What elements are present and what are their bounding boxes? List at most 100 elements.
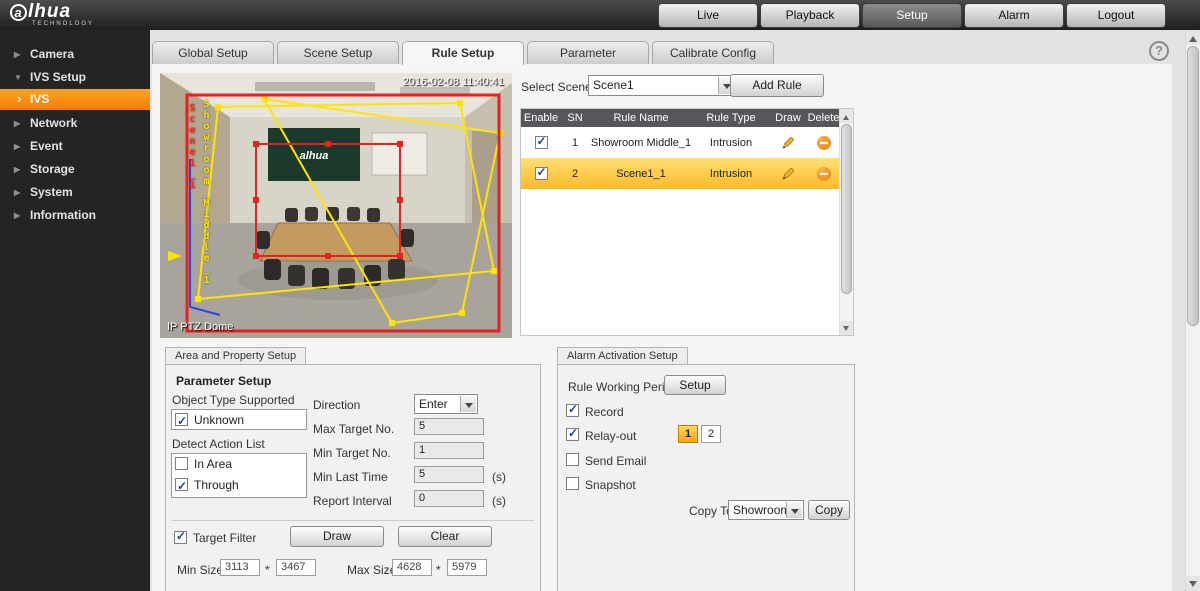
send-email-checkbox[interactable]	[566, 453, 579, 466]
max-size-height-input[interactable]: 5979	[447, 559, 487, 576]
sidebar-item-camera[interactable]: ▶Camera	[0, 44, 150, 65]
relay-out-checkbox[interactable]	[566, 428, 579, 441]
object-type-label: Object Type Supported	[172, 393, 295, 407]
svg-text:alhua: alhua	[300, 150, 329, 162]
draw-icon[interactable]	[780, 135, 796, 151]
seconds-unit: (s)	[492, 470, 506, 484]
scene-select[interactable]: Scene1	[588, 75, 736, 96]
scrollbar-thumb[interactable]	[1187, 46, 1199, 326]
record-label: Record	[585, 405, 624, 419]
alarm-setup-title: Alarm Activation Setup	[557, 347, 688, 365]
scroll-down-icon[interactable]	[1186, 576, 1200, 591]
chevron-down-icon: ▼	[14, 67, 22, 88]
draw-button[interactable]: Draw	[290, 526, 384, 547]
scroll-up-icon[interactable]	[1186, 30, 1200, 45]
scrollbar-thumb[interactable]	[841, 124, 852, 294]
min-target-label: Min Target No.	[313, 446, 391, 460]
detect-action-label: Detect Action List	[172, 437, 265, 451]
chevron-right-icon: ▶	[14, 113, 20, 134]
tab-parameter[interactable]: Parameter	[527, 41, 649, 64]
target-filter-checkbox[interactable]	[174, 531, 187, 544]
min-size-height-input[interactable]: 3467	[276, 559, 316, 576]
delete-icon[interactable]	[817, 136, 831, 150]
copy-button[interactable]: Copy	[808, 500, 850, 520]
tab-rule-setup[interactable]: Rule Setup	[402, 41, 524, 65]
video-room-scene: alhua	[160, 73, 512, 338]
nav-playback-button[interactable]: Playback	[760, 3, 860, 28]
min-last-time-input[interactable]: 5	[414, 466, 484, 483]
sidebar-item-event[interactable]: ▶Event	[0, 136, 150, 157]
nav-setup-button[interactable]: Setup	[862, 3, 962, 28]
list-item[interactable]: In Area	[172, 454, 306, 475]
brand-text: alhua	[10, 1, 94, 23]
rule-overlay-label-red: Scene1_1	[187, 103, 198, 191]
tab-scene-setup[interactable]: Scene Setup	[277, 41, 399, 64]
table-scrollbar[interactable]	[839, 109, 853, 335]
snapshot-checkbox[interactable]	[566, 477, 579, 490]
page-scrollbar[interactable]	[1185, 30, 1200, 591]
col-header-rule-name: Rule Name	[589, 112, 693, 124]
rule-type: Intrusion	[693, 137, 769, 149]
chevron-right-icon: ▶	[14, 136, 20, 157]
list-item[interactable]: Through	[172, 475, 306, 496]
chevron-right-icon: ›	[17, 88, 21, 109]
video-preview[interactable]: alhua	[160, 73, 512, 338]
page: alhua TECHNOLOGY Live Playback Setup Ala…	[0, 0, 1200, 591]
table-row[interactable]: 2 Scene1_1 Intrusion	[521, 158, 840, 189]
object-unknown-checkbox[interactable]	[175, 413, 188, 426]
scroll-up-icon[interactable]	[840, 109, 853, 123]
rule-sn: 1	[561, 137, 589, 149]
brand-subtext: TECHNOLOGY	[32, 21, 94, 27]
table-row[interactable]: 1 Showroom Middle_1 Intrusion	[521, 127, 840, 158]
sidebar-item-ivs[interactable]: ›IVS	[0, 89, 150, 110]
max-target-input[interactable]: 5	[414, 418, 484, 435]
col-header-rule-type: Rule Type	[693, 112, 769, 124]
chevron-right-icon: ▶	[14, 205, 20, 226]
min-size-width-input[interactable]: 3113	[220, 559, 260, 576]
nav-live-button[interactable]: Live	[658, 3, 758, 28]
object-type-list: Unknown	[171, 409, 307, 430]
area-setup-panel: Parameter Setup Object Type Supported Un…	[165, 364, 541, 591]
delete-icon[interactable]	[817, 167, 831, 181]
max-size-width-input[interactable]: 4628	[392, 559, 432, 576]
add-rule-button[interactable]: Add Rule	[730, 74, 824, 97]
working-period-setup-button[interactable]: Setup	[664, 375, 726, 395]
dahua-logo: alhua TECHNOLOGY	[10, 1, 94, 27]
sidebar-item-information[interactable]: ▶Information	[0, 205, 150, 226]
detect-action-list: In Area Through	[171, 453, 307, 498]
relay-1-button[interactable]: 1	[678, 425, 698, 443]
draw-icon[interactable]	[780, 166, 796, 182]
report-interval-input[interactable]: 0	[414, 490, 484, 507]
in-area-checkbox[interactable]	[175, 457, 188, 470]
nav-alarm-button[interactable]: Alarm	[964, 3, 1064, 28]
rule-enabled-checkbox[interactable]	[535, 136, 548, 149]
help-icon[interactable]	[1149, 41, 1169, 61]
sidebar-item-storage[interactable]: ▶Storage	[0, 159, 150, 180]
chevron-down-icon	[786, 502, 802, 518]
send-email-label: Send Email	[585, 454, 646, 468]
record-checkbox[interactable]	[566, 404, 579, 417]
chevron-down-icon	[460, 396, 476, 412]
relay-2-button[interactable]: 2	[701, 425, 721, 443]
copy-to-select[interactable]: Showroom	[728, 500, 804, 520]
tab-calibrate-config[interactable]: Calibrate Config	[652, 41, 774, 64]
max-size-label: Max Size	[347, 563, 396, 577]
min-target-input[interactable]: 1	[414, 442, 484, 459]
sidebar-item-system[interactable]: ▶System	[0, 182, 150, 203]
list-item[interactable]: Unknown	[172, 410, 306, 431]
sidebar-item-ivs-setup[interactable]: ▼IVS Setup	[0, 67, 150, 88]
sidebar-item-network[interactable]: ▶Network	[0, 113, 150, 134]
times-separator: *	[265, 563, 270, 577]
relay-out-label: Relay-out	[585, 429, 636, 443]
nav-logout-button[interactable]: Logout	[1066, 3, 1166, 28]
direction-select[interactable]: Enter	[414, 394, 478, 414]
times-separator: *	[436, 563, 441, 577]
through-checkbox[interactable]	[175, 478, 188, 491]
col-header-sn: SN	[561, 112, 589, 124]
select-scene-label: Select Scene	[521, 80, 592, 94]
min-last-time-label: Min Last Time	[313, 470, 388, 484]
clear-button[interactable]: Clear	[398, 526, 492, 547]
rule-enabled-checkbox[interactable]	[535, 167, 548, 180]
tab-global-setup[interactable]: Global Setup	[152, 41, 274, 64]
scroll-down-icon[interactable]	[840, 321, 853, 335]
